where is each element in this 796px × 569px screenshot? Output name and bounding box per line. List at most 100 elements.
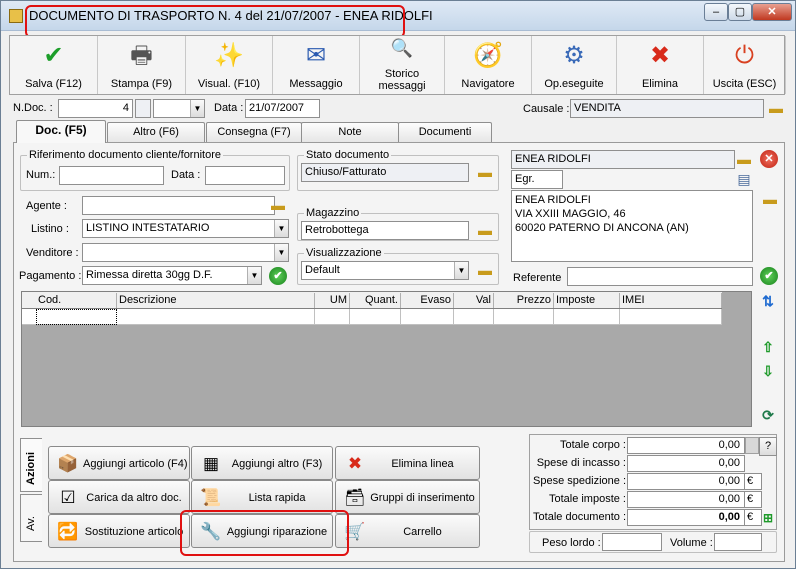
referente-input[interactable] <box>567 267 753 286</box>
chevron-down-icon: ▼ <box>274 244 288 261</box>
toolbar-button-label: Visual. (F10) <box>197 78 261 90</box>
causale-field[interactable]: VENDITA <box>570 99 764 118</box>
address-book-icon[interactable]: ▤ <box>734 170 754 188</box>
toolbar-button[interactable]: ✔ Salva (F12) <box>10 36 98 94</box>
rif-group: Riferimento documento cliente/fornitore … <box>20 148 290 191</box>
add-article-icon: 📦 <box>57 454 79 473</box>
venditore-select[interactable]: ▼ <box>82 243 289 262</box>
highlight-title <box>25 5 405 38</box>
action-button-label: Gruppi di inserimento <box>370 492 475 504</box>
add-cost-icon[interactable]: ⊞ <box>758 508 778 528</box>
cliente-folder-icon[interactable]: ▬ <box>734 150 754 168</box>
grid-column-header: Val <box>454 293 494 308</box>
ndoc-input[interactable]: 4 <box>58 99 133 118</box>
pagamento-select[interactable]: Rimessa diretta 30gg D.F. ▼ <box>82 266 262 285</box>
toolbar-button-label: Uscita (ESC) <box>712 78 777 90</box>
refresh-grid-icon[interactable]: ⟳ <box>758 405 778 425</box>
stato-folder-icon[interactable]: ▬ <box>475 163 495 181</box>
close-button[interactable]: ✕ <box>752 3 792 21</box>
toolbar-button[interactable]: ✖ Elimina <box>617 36 704 94</box>
peso-label: Peso lordo : <box>542 537 601 549</box>
stato-field[interactable]: Chiuso/Fatturato <box>301 163 469 182</box>
tab-av[interactable]: Av. <box>20 494 42 542</box>
tab-azioni-label: Azioni <box>25 452 37 485</box>
tab-4[interactable]: Documenti <box>398 122 492 142</box>
magazzino-folder-icon[interactable]: ▬ <box>475 221 495 239</box>
grid-column-header: UM <box>315 293 350 308</box>
address-folder-icon[interactable]: ▬ <box>760 190 780 208</box>
action-button[interactable]: ☑ Carica da altro doc. <box>48 480 190 514</box>
ndoc-label: N.Doc. : <box>13 102 53 114</box>
rif-data-input[interactable] <box>205 166 285 185</box>
tab-3[interactable]: Note <box>301 122 399 142</box>
grid-cell[interactable] <box>454 309 494 325</box>
referente-confirm-icon[interactable]: ✔ <box>760 267 778 285</box>
agente-folder-icon[interactable]: ▬ <box>268 196 288 214</box>
move-up-icon[interactable]: ⇧ <box>758 337 778 357</box>
ndoc-suffix-button[interactable] <box>135 99 151 118</box>
grid-header: Cod. Descrizione UM Quant. Evaso Val Prezzo Imp… <box>22 292 722 309</box>
sort-arrows-icon[interactable]: ⇅ <box>758 291 778 311</box>
action-button[interactable]: 🗃 Gruppi di inserimento <box>335 480 480 514</box>
cliente-title-field[interactable]: Egr. <box>511 170 563 189</box>
visualizzazione-group: Visualizzazione Default ▼ ▬ <box>297 246 499 285</box>
grid-cell[interactable] <box>494 309 554 325</box>
listino-label: Listino : <box>31 223 69 235</box>
toolbar-button[interactable]: 🔍 Storico messaggi <box>360 36 445 94</box>
agente-input[interactable] <box>82 196 275 215</box>
table-row[interactable] <box>22 309 722 325</box>
tab-2[interactable]: Consegna (F7) <box>206 122 302 142</box>
help-button[interactable]: ? <box>759 437 777 456</box>
grid-cell[interactable] <box>117 309 315 325</box>
toolbar-button[interactable]: ✉ Messaggio <box>273 36 360 94</box>
magazzino-field[interactable]: Retrobottega <box>301 221 469 240</box>
grid-cell[interactable] <box>554 309 620 325</box>
action-button[interactable]: ▦ Aggiungi altro (F3) <box>191 446 333 480</box>
action-button[interactable]: 📜 Lista rapida <box>191 480 333 514</box>
grid-cell[interactable] <box>401 309 454 325</box>
rif-data-label: Data : <box>171 169 201 181</box>
toolbar-button[interactable]: 🧭 Navigatore <box>445 36 532 94</box>
action-button-label: Sostituzione articolo <box>84 526 184 538</box>
highlight-aggiungi-riparazione <box>180 510 349 556</box>
action-button[interactable]: 🛒 Carrello <box>335 514 480 548</box>
cliente-name-field[interactable]: ENEA RIDOLFI <box>511 150 735 169</box>
totals-value: 0,00 <box>627 473 745 490</box>
peso-input[interactable] <box>602 533 662 551</box>
visualizzazione-folder-icon[interactable]: ▬ <box>475 261 495 279</box>
grid-cell[interactable] <box>620 309 722 325</box>
move-down-icon[interactable]: ⇩ <box>758 361 778 381</box>
toolbar-button-label: Storico messaggi <box>378 68 426 92</box>
volume-input[interactable] <box>714 533 762 551</box>
grid-cell[interactable] <box>36 309 117 325</box>
toolbar-button[interactable]: ⏻ Uscita (ESC) <box>704 36 786 94</box>
toolbar-button[interactable]: 🖶 Stampa (F9) <box>98 36 186 94</box>
visualizzazione-value: Default <box>305 264 340 276</box>
toolbar-button-label: Op.eseguite <box>544 78 604 90</box>
totals-label: Totale documento : <box>533 511 626 523</box>
tab-1[interactable]: Altro (F6) <box>107 122 205 142</box>
listino-select[interactable]: LISTINO INTESTATARIO ▼ <box>82 219 289 238</box>
tab-azioni[interactable]: Azioni <box>20 438 42 492</box>
action-button[interactable]: 📦 Aggiungi articolo (F4) <box>48 446 190 480</box>
tab-0[interactable]: Doc. (F5) <box>16 120 106 143</box>
cliente-clear-icon[interactable]: ✕ <box>760 150 778 168</box>
folder-icon[interactable]: ▬ <box>766 99 786 117</box>
causale-label: Causale : <box>523 103 570 115</box>
grid-cell[interactable] <box>350 309 401 325</box>
pagamento-confirm-icon[interactable]: ✔ <box>269 267 287 285</box>
lines-grid[interactable]: Cod. Descrizione UM Quant. Evaso Val Prezzo Imp… <box>21 291 752 427</box>
toolbar-button[interactable]: ⚙ Op.eseguite <box>532 36 617 94</box>
toolbar-button[interactable]: ✨ Visual. (F10) <box>186 36 273 94</box>
grid-column-header: Prezzo <box>494 293 554 308</box>
chevron-down-icon: ▼ <box>190 100 204 117</box>
num-input[interactable] <box>59 166 164 185</box>
maximize-button[interactable]: ▢ <box>728 3 752 21</box>
data-input[interactable]: 21/07/2007 <box>245 99 320 118</box>
ndoc-series-select[interactable]: ▼ <box>153 99 205 118</box>
action-button[interactable]: ✖ Elimina linea <box>335 446 480 480</box>
minimize-button[interactable]: – <box>704 3 728 21</box>
grid-cell[interactable] <box>315 309 350 325</box>
visualizzazione-select[interactable]: Default ▼ <box>301 261 469 280</box>
action-button[interactable]: 🔁 Sostituzione articolo <box>48 514 190 548</box>
